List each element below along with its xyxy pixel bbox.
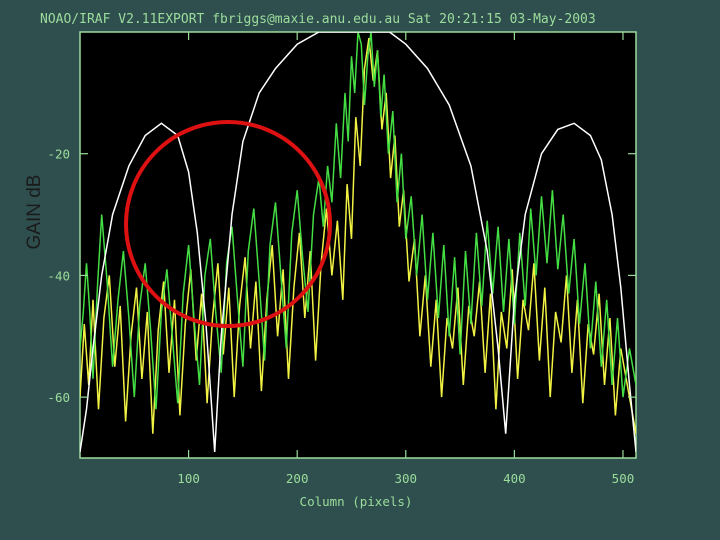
x-tick-label: 400 (503, 471, 526, 486)
x-tick-label: 100 (177, 471, 200, 486)
y-axis-label: GAIN dB (24, 175, 45, 250)
annotation-word: offset (167, 63, 213, 85)
y-tick-label: -20 (47, 147, 70, 162)
y-tick-label: -60 (47, 390, 70, 405)
y-tick-label: -40 (47, 268, 70, 283)
annotation-unit: deg (135, 67, 158, 84)
plot-area (80, 32, 636, 458)
annotation-offset: 2.5 deg offset (100, 63, 213, 85)
x-axis-label: Column (pixels) (300, 494, 413, 509)
x-tick-label: 300 (394, 471, 417, 486)
plot-header: NOAO/IRAF V2.11EXPORT fbriggs@maxie.anu.… (40, 12, 596, 27)
x-tick-label: 200 (286, 471, 309, 486)
annotation-value: 2.5 (100, 63, 125, 85)
x-tick-label: 500 (612, 471, 635, 486)
chart: 100 200 300 400 500 -20 -40 -60 NOAO/IRAF V2.11… (24, 12, 637, 509)
